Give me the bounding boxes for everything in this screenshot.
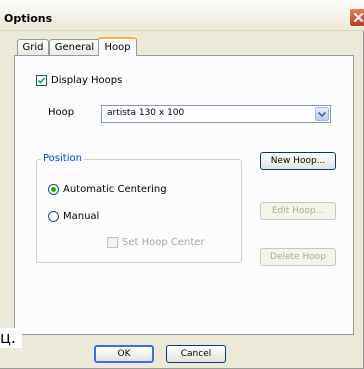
tab-grid[interactable]: Grid — [17, 39, 49, 55]
title-bar[interactable]: Options — [0, 0, 364, 31]
automatic-centering-label: Automatic Centering — [63, 184, 167, 195]
new-hoop-button[interactable]: New Hoop... — [260, 152, 336, 170]
checkmark-icon — [37, 77, 46, 84]
hoop-select[interactable]: artista 130 x 100 — [101, 105, 331, 123]
cancel-button[interactable]: Cancel — [166, 345, 226, 363]
hoop-label: Hoop — [48, 107, 75, 118]
tab-general[interactable]: General — [49, 39, 100, 55]
manual-label: Manual — [63, 211, 100, 222]
dropdown-arrow-icon — [318, 112, 326, 117]
tab-hoop[interactable]: Hoop — [98, 37, 137, 56]
close-icon — [354, 13, 363, 22]
options-dialog: Options Grid General Hoop Display Hoops … — [0, 0, 364, 369]
window-title: Options — [4, 12, 53, 25]
ok-button[interactable]: OK — [94, 345, 154, 363]
hoop-dropdown-button[interactable] — [315, 107, 329, 121]
edit-hoop-button[interactable]: Edit Hoop... — [260, 202, 336, 220]
display-hoops-label: Display Hoops — [51, 75, 123, 86]
display-hoops-checkbox[interactable] — [36, 75, 47, 86]
stray-text: ц. — [0, 328, 22, 348]
delete-hoop-button[interactable]: Delete Hoop — [260, 248, 336, 266]
automatic-centering-radio[interactable] — [48, 184, 59, 195]
close-button[interactable] — [349, 8, 364, 27]
radio-selected-dot — [51, 187, 56, 192]
manual-radio[interactable] — [48, 211, 59, 222]
set-hoop-center-checkbox[interactable] — [107, 237, 118, 248]
position-groupbox-title: Position — [41, 153, 84, 164]
hoop-select-value: artista 130 x 100 — [107, 108, 185, 118]
set-hoop-center-label: Set Hoop Center — [122, 237, 205, 248]
